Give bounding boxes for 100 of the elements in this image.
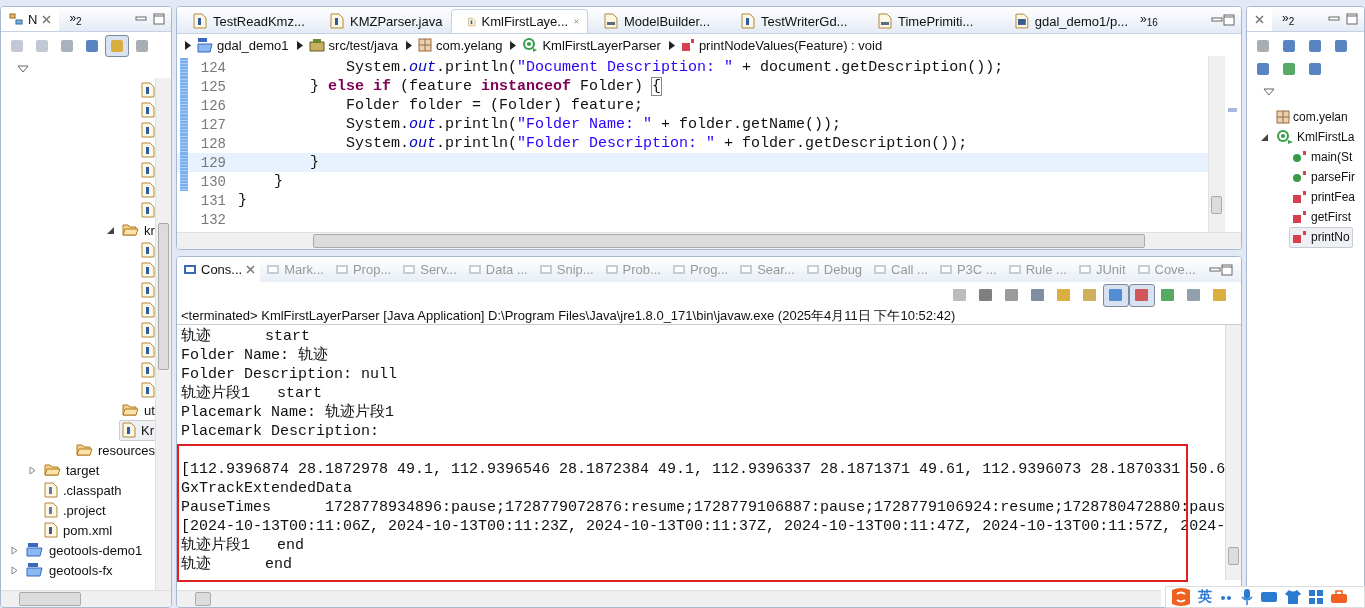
scrollbar[interactable] [177,232,1241,249]
file-icon[interactable] [138,359,155,381]
overflow-button[interactable]: »$_{16}$ [1136,11,1162,29]
code-line: System.out.println("Folder Name: " + folder.getName()); [345,116,842,133]
microphone-icon[interactable] [1240,588,1254,606]
input-mode[interactable]: 英 [1198,588,1212,606]
file-icon[interactable] [138,79,155,101]
breadcrumb-item[interactable]: gdal_demo1 [197,37,289,53]
chevron-icon[interactable] [185,40,191,50]
collapsed-icon[interactable] [29,465,37,475]
tree-item[interactable]: ut [119,399,155,421]
line-number: 126 [199,97,226,114]
close-icon[interactable] [574,17,579,26]
shirt-icon[interactable] [1284,589,1302,605]
file-icon[interactable] [138,179,155,201]
view-menu-icon[interactable] [1263,88,1275,96]
breadcrumb-item[interactable]: src/test/java [308,37,398,53]
minimize-icon[interactable] [1211,15,1223,25]
editor-tab[interactable]: KMZParser.java [314,9,451,33]
toolbox-icon[interactable] [1330,589,1348,605]
outline-item[interactable]: com.yelan [1273,106,1351,128]
collapsed-icon[interactable] [11,565,19,575]
file-icon[interactable] [138,139,155,161]
minimize-icon[interactable] [1209,264,1221,275]
file-icon[interactable] [138,339,155,361]
maximize-icon[interactable] [1346,13,1358,25]
expanded-icon[interactable] [1261,132,1269,142]
method-icon [1292,230,1308,244]
tree-item[interactable]: pom.xml [41,519,116,541]
file-icon[interactable] [138,159,155,181]
outline-item[interactable]: parseFir [1289,166,1358,188]
toolbar-icon[interactable] [1129,284,1155,307]
file-icon[interactable] [138,239,155,261]
tree-item[interactable]: geotools-fx [23,559,116,581]
editor-tab[interactable]: ModelBuilder... [588,9,725,33]
file-icon[interactable] [138,299,155,321]
file-icon[interactable] [138,259,155,281]
outline-item[interactable]: KmlFirstLa [1273,126,1358,148]
outline-item[interactable]: printNo [1289,226,1353,248]
tree-item[interactable]: kr [119,219,155,241]
chevron-icon[interactable] [668,40,675,50]
toolbar-icon[interactable] [105,35,129,57]
editor-tab[interactable]: TimePrimiti... [862,9,999,33]
view-menu-icon[interactable] [17,65,29,73]
scrollbar[interactable] [1225,325,1241,580]
file-icon [141,82,155,98]
close-icon[interactable] [42,14,52,24]
chevron-icon[interactable] [510,40,517,50]
logo-icon[interactable] [1170,587,1192,607]
scrollbar[interactable] [155,78,171,590]
maximize-icon[interactable] [153,13,165,25]
file-icon[interactable] [138,99,155,121]
file-icon[interactable] [138,319,155,341]
editor-tab[interactable]: TestWriterGd... [725,9,862,33]
line-number: 127 [199,116,226,133]
view-tab[interactable]: Cons... [177,257,261,282]
minimize-icon[interactable] [1328,14,1340,24]
editor-tab[interactable]: KmlFirstLaye... [451,9,588,33]
minimize-icon[interactable] [135,14,147,24]
tree-item[interactable]: geotools-demo1 [23,539,146,561]
file-icon[interactable] [138,119,155,141]
view-icon [604,262,619,277]
toolbar-icon[interactable] [1103,284,1129,307]
file-icon [141,282,155,298]
file-icon[interactable] [138,379,155,401]
chevron-icon[interactable] [405,40,412,50]
outline-item[interactable]: printFea [1289,186,1359,208]
view-tab[interactable]: N [1,7,60,31]
close-icon[interactable] [246,265,256,274]
grid-icon[interactable] [1308,589,1324,605]
collapsed-icon[interactable] [11,545,19,555]
editor-tab[interactable]: gdal_demo1/p... [999,9,1136,33]
editor-tab[interactable]: TestReadKmz... [177,9,314,33]
tree-item[interactable]: resources [73,439,155,461]
tree-item[interactable]: .classpath [41,479,125,501]
scrollbar[interactable] [177,590,1161,607]
file-icon [122,422,136,438]
code-line: } [273,173,283,190]
tree-item[interactable]: Kr [119,419,155,441]
tree-item[interactable]: target [41,459,103,481]
file-icon[interactable] [138,279,155,301]
close-icon[interactable] [1255,14,1264,24]
chevron-icon[interactable] [296,40,303,50]
overflow-button[interactable]: »$_{2}$ [65,10,86,28]
maximize-icon[interactable] [1221,263,1233,276]
file-icon[interactable] [138,199,155,221]
tree-item[interactable]: .project [41,499,109,521]
scrollbar[interactable] [1208,56,1224,232]
outline-item[interactable]: main(St [1289,146,1356,168]
outline-item[interactable]: getFirst [1289,206,1354,228]
breadcrumb-item[interactable]: printNodeValues(Feature) : void [680,37,883,53]
maximize-icon[interactable] [1223,14,1235,26]
view-tab[interactable] [1247,7,1272,31]
breadcrumb-item[interactable]: KmlFirstLayerParser [522,37,661,53]
keyboard-icon[interactable] [1260,590,1278,604]
scrollbar[interactable] [1,590,171,607]
breadcrumb-item[interactable]: com.yelang [417,37,503,53]
project-icon [26,542,44,558]
expanded-icon[interactable] [107,225,115,235]
overflow-button[interactable]: »$_{2}$ [1278,10,1299,28]
